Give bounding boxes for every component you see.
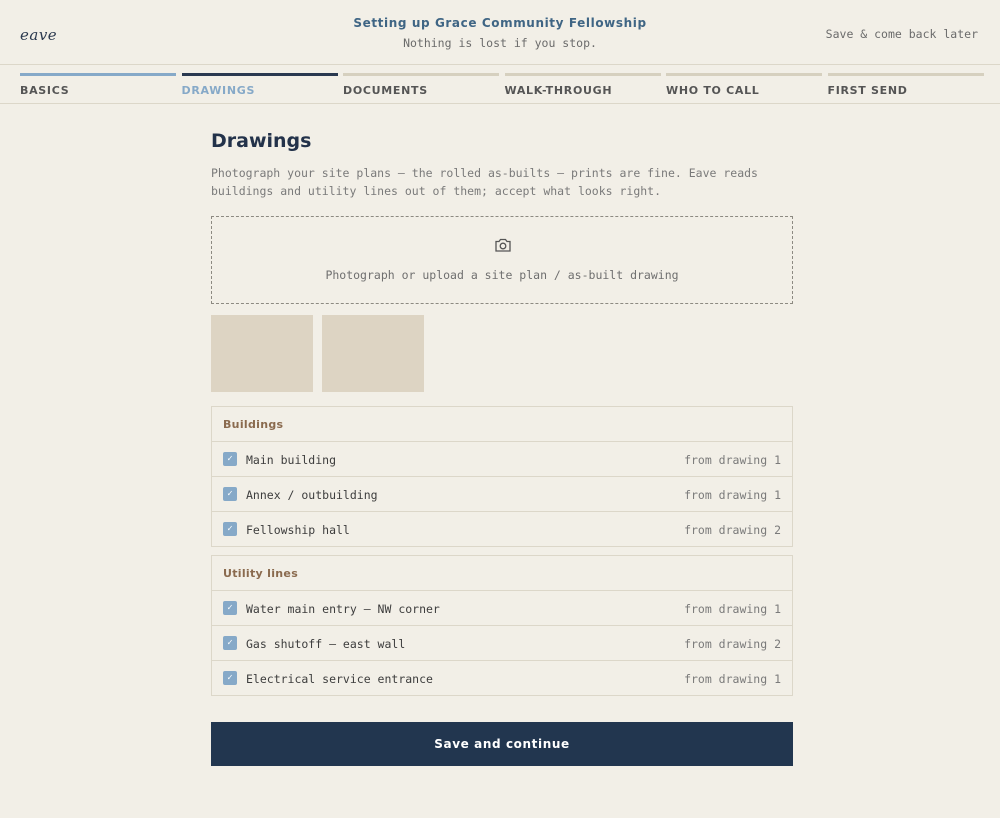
building-source: from drawing 1 — [684, 453, 781, 467]
checkbox-checked-icon[interactable]: ✓ — [223, 671, 237, 685]
checkbox-checked-icon[interactable]: ✓ — [223, 636, 237, 650]
utility-lines-heading: Utility lines — [223, 567, 299, 580]
checkbox-checked-icon[interactable]: ✓ — [223, 487, 237, 501]
drawings-panel: Drawings Photograph your site plans — th… — [211, 130, 793, 766]
utility-source: from drawing 1 — [684, 602, 781, 616]
building-source: from drawing 1 — [684, 488, 781, 502]
step-progress: BASICS DRAWINGS DOCUMENTS WALK-THROUGH W… — [20, 73, 985, 103]
step-walk-through[interactable]: WALK-THROUGH — [504, 73, 661, 103]
page-description: Photograph your site plans — the rolled … — [211, 166, 758, 198]
utility-row[interactable]: ✓ Gas shutoff — east wall from drawing 2 — [212, 625, 792, 660]
buildings-group: Buildings ✓ Main building from drawing 1… — [211, 406, 793, 547]
camera-icon — [495, 238, 511, 252]
utility-label: Gas shutoff — east wall — [246, 637, 406, 651]
page-title: Drawings — [211, 130, 312, 152]
utility-source: from drawing 2 — [684, 637, 781, 651]
step-drawings[interactable]: DRAWINGS — [181, 73, 338, 103]
utility-source: from drawing 1 — [684, 672, 781, 686]
checkbox-checked-icon[interactable]: ✓ — [223, 601, 237, 615]
building-label: Main building — [246, 453, 337, 467]
step-documents[interactable]: DOCUMENTS — [343, 73, 499, 103]
step-basics[interactable]: BASICS — [20, 73, 176, 103]
upload-drop-zone[interactable]: Photograph or upload a site plan / as-bu… — [211, 216, 793, 304]
save-come-back-later-button[interactable]: Save & come back later — [826, 27, 978, 41]
checkbox-checked-icon[interactable]: ✓ — [223, 452, 237, 466]
building-label: Fellowship hall — [246, 523, 350, 537]
utility-lines-group: Utility lines ✓ Water main entry — NW co… — [211, 555, 793, 696]
step-first-send[interactable]: FIRST SEND — [827, 73, 984, 103]
buildings-heading: Buildings — [223, 418, 284, 431]
building-source: from drawing 2 — [684, 523, 781, 537]
steps-divider — [0, 103, 1000, 104]
drawing-thumbnail[interactable] — [322, 315, 424, 392]
building-label: Annex / outbuilding — [246, 488, 378, 502]
drawing-thumbnail[interactable] — [211, 315, 313, 392]
save-and-continue-button[interactable]: Save and continue — [211, 722, 793, 766]
building-row[interactable]: ✓ Fellowship hall from drawing 2 — [212, 511, 792, 546]
utility-label: Water main entry — NW corner — [246, 602, 440, 616]
utility-row[interactable]: ✓ Water main entry — NW corner from draw… — [212, 590, 792, 625]
building-row[interactable]: ✓ Annex / outbuilding from drawing 1 — [212, 476, 792, 511]
checkbox-checked-icon[interactable]: ✓ — [223, 522, 237, 536]
building-row[interactable]: ✓ Main building from drawing 1 — [212, 441, 792, 476]
top-bar: eave Setting up Grace Community Fellowsh… — [0, 0, 1000, 65]
upload-label: Photograph or upload a site plan / as-bu… — [325, 268, 679, 282]
utility-row[interactable]: ✓ Electrical service entrance from drawi… — [212, 660, 792, 695]
step-who-to-call[interactable]: WHO TO CALL — [666, 73, 822, 103]
utility-label: Electrical service entrance — [246, 672, 433, 686]
